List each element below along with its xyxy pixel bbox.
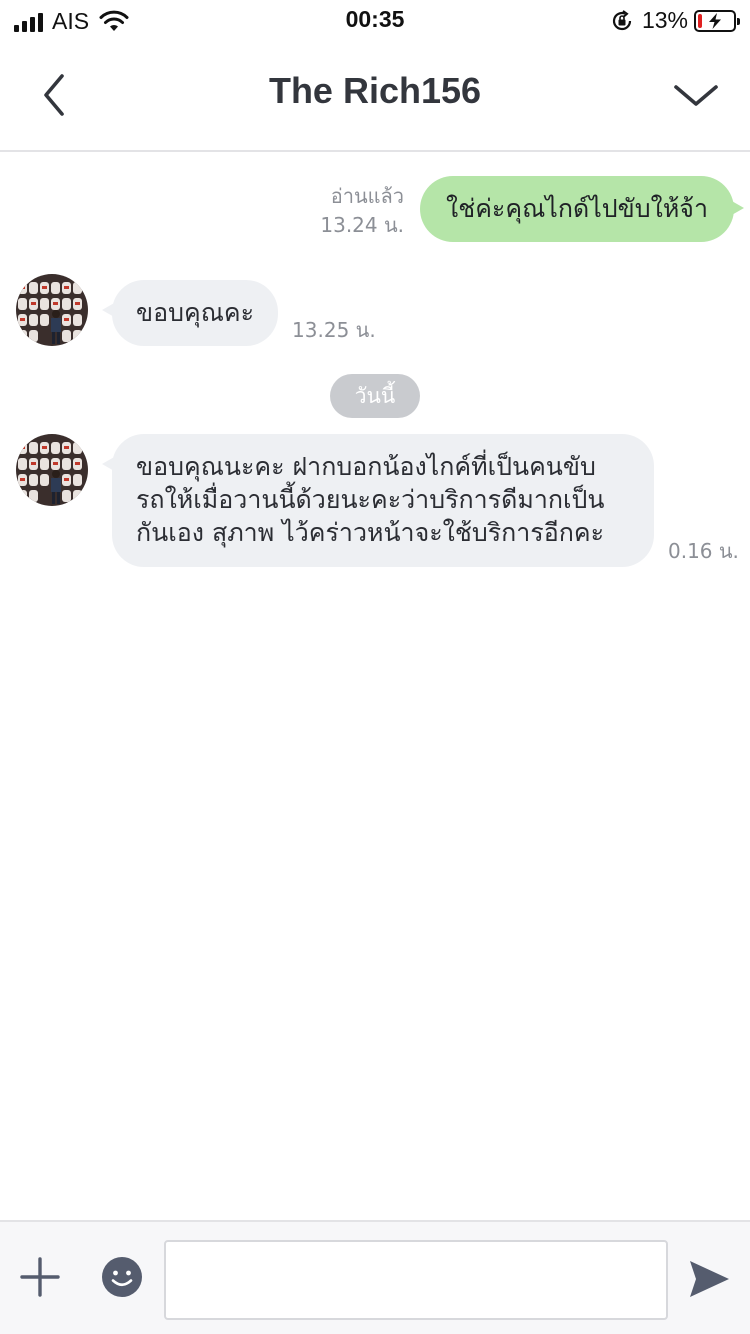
plus-icon[interactable] [18,1255,62,1299]
emoji-icon[interactable] [100,1255,144,1299]
message-time: 13.24 น. [320,213,405,237]
battery-charging-icon [694,9,740,32]
message-text: ขอบคุณคะ [136,298,255,327]
status-right: 13% [610,7,740,34]
message-text-line: กันเอง สุภาพ ไว้คร่าวหน้าจะใช้บริการอีกค… [136,518,605,547]
avatar[interactable] [16,274,88,346]
message-text-line: ขอบคุณนะคะ ฝากบอกน้องไกค์ที่เป็นคนขับ [136,452,596,481]
back-button[interactable] [28,68,82,122]
message-sent: อ่านแล้ว 13.24 น. ใช่ค่ะคุณไกด์ไปขับให้จ… [320,176,744,242]
status-bar: AIS 00:35 13% [0,0,750,40]
date-separator: วันนี้ [330,374,420,418]
charging-bolt-icon [709,12,721,29]
chevron-down-icon[interactable] [670,70,722,122]
read-receipt: อ่านแล้ว [330,184,405,208]
chat-title[interactable]: The Rich156 [150,70,600,112]
message-input[interactable] [164,1240,668,1320]
battery-percent: 13% [641,7,688,33]
message-bubble[interactable]: ขอบคุณคะ [101,280,279,346]
orientation-lock-icon [612,9,632,30]
message-bubble[interactable]: ใช่ค่ะคุณไกด์ไปขับให้จ้า [420,176,744,242]
message-received: ขอบคุณคะ 13.25 น. [16,274,376,346]
send-icon[interactable] [686,1256,732,1302]
message-text-line: รถให้เมื่อวานนี้ด้วยนะคะว่าบริการดีมากเป… [136,485,605,514]
message-input-bar [0,1220,750,1334]
message-list[interactable]: อ่านแล้ว 13.24 น. ใช่ค่ะคุณไกด์ไปขับให้จ… [0,154,750,1220]
message-time: 0.16 น. [668,539,739,563]
message-time: 13.25 น. [292,318,376,342]
chat-header: The Rich156 [0,40,750,152]
message-bubble[interactable]: ขอบคุณนะคะ ฝากบอกน้องไกค์ที่เป็นคนขับ รถ… [102,434,654,567]
avatar[interactable] [16,434,88,506]
message-meta: อ่านแล้ว 13.24 น. [320,182,404,240]
message-received: ขอบคุณนะคะ ฝากบอกน้องไกค์ที่เป็นคนขับ รถ… [16,434,739,567]
